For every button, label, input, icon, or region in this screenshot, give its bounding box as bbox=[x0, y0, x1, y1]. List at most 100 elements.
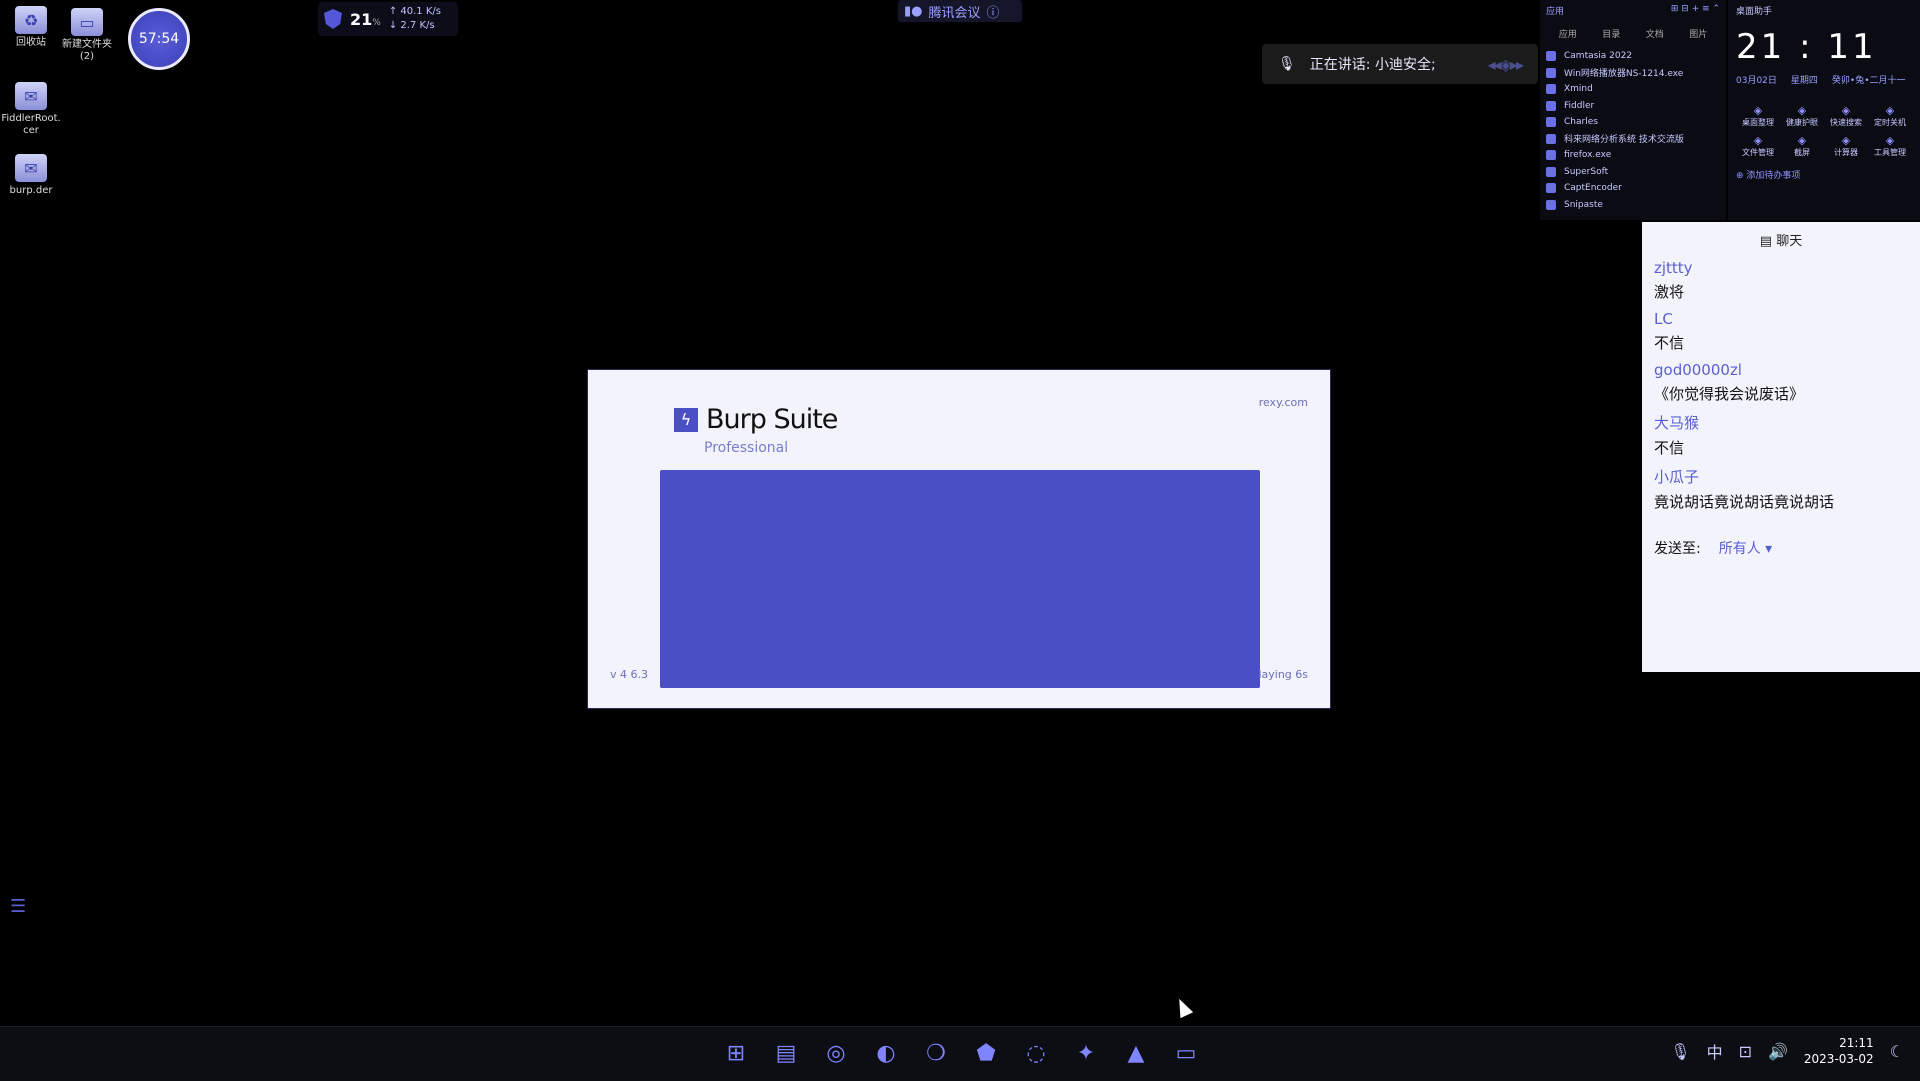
wechat-icon[interactable]: ❍ bbox=[918, 1035, 954, 1071]
network-icon[interactable]: ⊡ bbox=[1739, 1042, 1752, 1061]
network-speed: ↑ 40.1 K/s ↓ 2.7 K/s bbox=[389, 5, 441, 33]
console-icon[interactable]: ▭ bbox=[1168, 1035, 1204, 1071]
chat-message: LC 不信 bbox=[1654, 310, 1908, 353]
burp-suite-splash: ϟ Burp Suite Professional rexy.com v 4 6… bbox=[588, 370, 1330, 708]
send-to-label: 发送至: bbox=[1654, 541, 1701, 557]
chat-text: 激将 bbox=[1654, 283, 1685, 301]
add-todo-button[interactable]: ⊕ 添加待办事项 bbox=[1736, 168, 1912, 181]
tool-eye-care[interactable]: 健康护眼 bbox=[1780, 104, 1824, 128]
tab-documents[interactable]: 文档 bbox=[1646, 27, 1664, 40]
send-to-dropdown[interactable]: 所有人 ▾ bbox=[1719, 538, 1772, 558]
app-icon bbox=[1546, 67, 1556, 78]
chat-sender: LC bbox=[1654, 310, 1673, 328]
burp-logo: ϟ Burp Suite bbox=[674, 404, 838, 435]
microphone-icon: 🎙 bbox=[1278, 56, 1296, 72]
meeting-bar[interactable]: ▮● 腾讯会议 ⓘ bbox=[898, 0, 1022, 22]
pentagon-app-icon[interactable]: ⬟ bbox=[968, 1035, 1004, 1071]
taskbar: ⊞ ▤ ◎ ◐ ❍ ⬟ ◌ ✦ ▲ ▭ 🎙 中 ⊡ 🔊 21:11 2023-0… bbox=[0, 1026, 1920, 1081]
tool-desktop-organize[interactable]: 桌面整理 bbox=[1736, 104, 1780, 128]
app-icon bbox=[1546, 100, 1556, 111]
app-icon bbox=[1546, 117, 1556, 128]
app-launcher-panel: 应用 ⊞ ⊟ + ≡ ⌃ 应用 目录 文档 图片 Camtasia 2022 W… bbox=[1540, 0, 1726, 220]
app-item[interactable]: Xmind bbox=[1546, 81, 1720, 98]
burp-lightning-icon: ϟ bbox=[674, 407, 698, 432]
app-icon bbox=[1546, 150, 1556, 161]
chat-sender: god00000zl bbox=[1654, 361, 1742, 379]
ime-indicator[interactable]: 中 bbox=[1707, 1039, 1723, 1063]
chat-message: god00000zl 《你觉得我会说废话》 bbox=[1654, 361, 1908, 404]
moon-icon[interactable]: ☾ bbox=[1890, 1042, 1904, 1061]
assistant-header: 桌面助手 bbox=[1736, 7, 1773, 17]
app-item[interactable]: Camtasia 2022 bbox=[1546, 48, 1720, 65]
certificate-icon: ✉ bbox=[15, 154, 47, 182]
chat-text: 不信 bbox=[1654, 439, 1685, 457]
start-icon[interactable]: ⊞ bbox=[718, 1035, 754, 1071]
edge-icon[interactable]: ◐ bbox=[868, 1035, 904, 1071]
upload-speed: ↑ 40.1 K/s bbox=[388, 6, 441, 17]
app-item[interactable]: Charles bbox=[1546, 114, 1720, 131]
app-icon bbox=[1546, 199, 1556, 210]
speaking-indicator: 🎙 正在讲话: 小迪安全; ◂◂◈▸▸ bbox=[1262, 44, 1538, 84]
app-item[interactable]: Snipaste bbox=[1546, 197, 1720, 214]
file-explorer-icon[interactable]: ▤ bbox=[768, 1035, 804, 1071]
speaker-icon[interactable]: 🔊 bbox=[1768, 1042, 1788, 1061]
network-app-icon[interactable]: ◌ bbox=[1018, 1035, 1054, 1071]
shield-icon bbox=[324, 9, 342, 29]
app-icon bbox=[1546, 84, 1556, 95]
signal-icon: ▮● bbox=[904, 3, 923, 19]
certificate-icon: ✉ bbox=[15, 82, 47, 110]
burp-status: laying 6s bbox=[1258, 668, 1308, 681]
tool-timed-shutdown[interactable]: 定时关机 bbox=[1868, 104, 1912, 128]
mouse-cursor-icon bbox=[1172, 995, 1194, 1019]
desktop-icon-burp-der[interactable]: ✉ burp.der bbox=[0, 154, 62, 197]
desktop-icon-label: FiddlerRoot.cer bbox=[1, 113, 61, 136]
tab-directory[interactable]: 目录 bbox=[1602, 27, 1620, 40]
app-item[interactable]: Win网络播放器NS-1214.exe bbox=[1546, 65, 1720, 82]
panel-header: 应用 bbox=[1546, 7, 1565, 17]
tool-file-manager[interactable]: 文件管理 bbox=[1736, 134, 1780, 158]
audio-wave-icon: ◂◂◈▸▸ bbox=[1487, 54, 1524, 74]
chat-message: 小瓜子 竟说胡话竟说胡话竟说胡话 bbox=[1654, 466, 1908, 512]
app-icon bbox=[1546, 183, 1556, 194]
burp-edition: Professional bbox=[704, 440, 789, 456]
taskbar-clock[interactable]: 21:11 2023-03-02 bbox=[1804, 1035, 1874, 1067]
terminal-app-icon[interactable]: ✦ bbox=[1068, 1035, 1104, 1071]
clock-lunar: 癸卯•兔•二月十一 bbox=[1831, 76, 1906, 86]
tool-screenshot[interactable]: 截屏 bbox=[1780, 134, 1824, 158]
chat-sender: 大马猴 bbox=[1654, 414, 1700, 432]
tool-calculator[interactable]: 计算器 bbox=[1824, 134, 1868, 158]
chat-text: 不信 bbox=[1654, 334, 1685, 352]
download-speed: ↓ 2.7 K/s bbox=[388, 20, 435, 31]
meeting-chat-panel: ▤ 聊天 zjttty 激将 LC 不信 god00000zl 《你觉得我会说废… bbox=[1642, 222, 1920, 672]
app-item[interactable]: SuperSoft bbox=[1546, 164, 1720, 181]
desktop-icon-fiddler-cert[interactable]: ✉ FiddlerRoot.cer bbox=[0, 82, 62, 137]
recycle-bin-icon: ♻ bbox=[15, 6, 47, 34]
recording-timer[interactable]: 57:54 bbox=[128, 8, 190, 70]
app-item[interactable]: Fiddler bbox=[1546, 98, 1720, 115]
meeting-app-icon[interactable]: ▲ bbox=[1118, 1035, 1154, 1071]
info-icon[interactable]: ⓘ bbox=[987, 2, 1000, 21]
tool-quick-search[interactable]: 快速搜索 bbox=[1824, 104, 1868, 128]
cpu-usage: 21% bbox=[350, 9, 381, 29]
app-item[interactable]: CaptEncoder bbox=[1546, 180, 1720, 197]
tab-apps[interactable]: 应用 bbox=[1559, 27, 1577, 40]
burp-version: v 4 6.3 bbox=[610, 668, 648, 681]
speaking-text: 正在讲话: 小迪安全; bbox=[1309, 57, 1436, 73]
app-item[interactable]: 科来网络分析系统 技术交流版 bbox=[1546, 131, 1720, 148]
chrome-icon[interactable]: ◎ bbox=[818, 1035, 854, 1071]
chat-message: zjttty 激将 bbox=[1654, 259, 1908, 302]
panel-controls-icon[interactable]: ⊞ ⊟ + ≡ ⌃ bbox=[1671, 4, 1720, 17]
app-item[interactable]: firefox.exe bbox=[1546, 147, 1720, 164]
tool-manager[interactable]: 工具管理 bbox=[1868, 134, 1912, 158]
desktop-icon-recycle-bin[interactable]: ♻ 回收站 bbox=[0, 6, 62, 49]
tab-images[interactable]: 图片 bbox=[1689, 27, 1707, 40]
clock-time: 21 : 11 bbox=[1736, 27, 1877, 67]
system-monitor-widget[interactable]: 21% ↑ 40.1 K/s ↓ 2.7 K/s bbox=[318, 2, 458, 36]
desktop-icon-new-folder[interactable]: ▭ 新建文件夹 (2) bbox=[56, 8, 118, 63]
desktop-icon-label: 新建文件夹 (2) bbox=[62, 39, 112, 62]
microphone-icon[interactable]: 🎙 bbox=[1670, 1042, 1690, 1061]
burp-title: Burp Suite bbox=[706, 404, 838, 435]
desktop-icon-label: 回收站 bbox=[16, 37, 46, 48]
desktop-assistant-panel: 桌面助手 21 : 11 03月02日 星期四 癸卯•兔•二月十一 桌面整理 健… bbox=[1728, 0, 1920, 220]
list-icon[interactable]: ☰ bbox=[10, 896, 26, 917]
